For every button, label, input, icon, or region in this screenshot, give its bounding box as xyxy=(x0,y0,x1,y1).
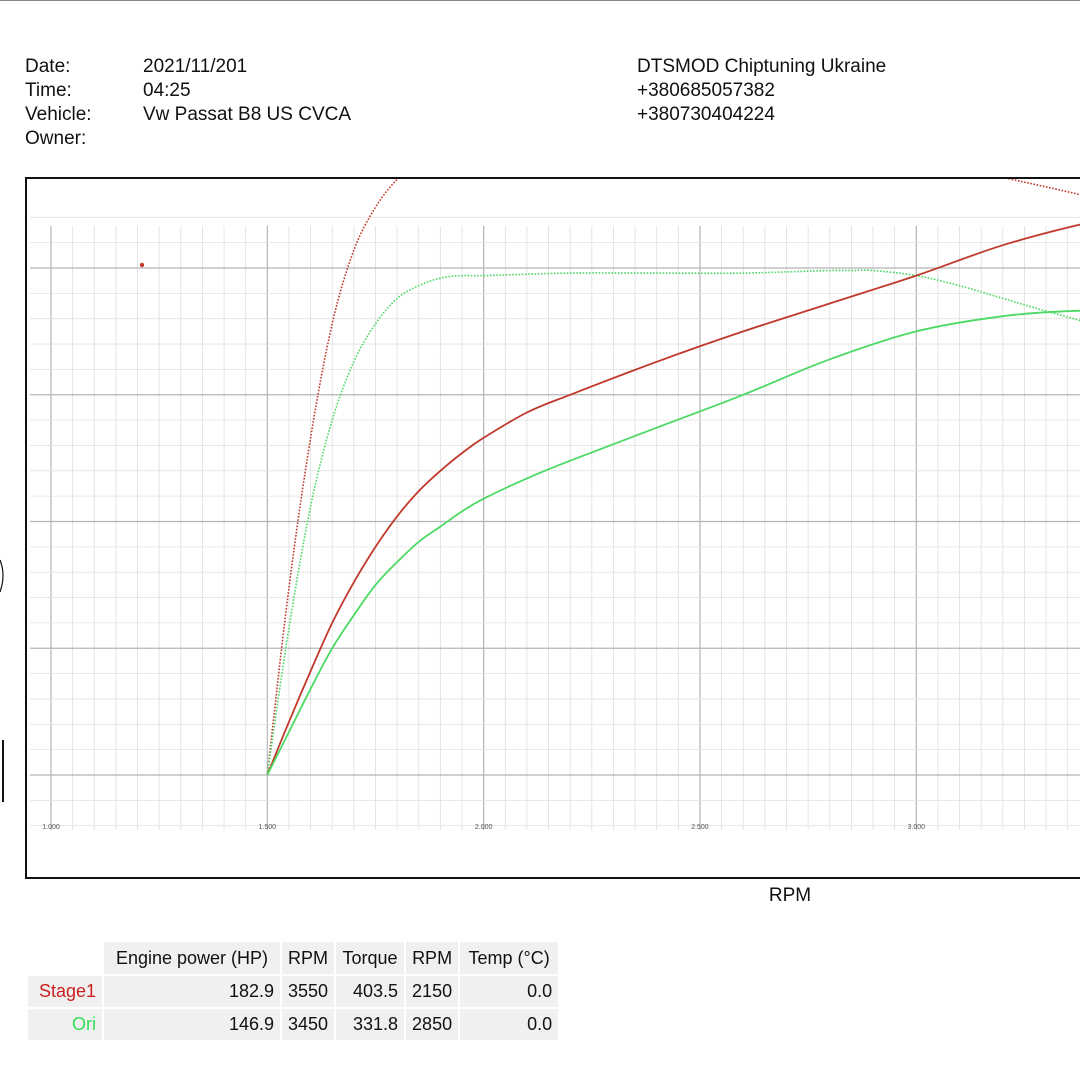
cell-stage1-torque: 403.5 xyxy=(336,976,405,1007)
cell-ori-torque-rpm: 2850 xyxy=(406,1009,459,1040)
cell-ori-temp: 0.0 xyxy=(460,1009,559,1040)
cell-ori-power-rpm: 3450 xyxy=(282,1009,335,1040)
header-engine-power: Engine power (HP) xyxy=(104,942,280,974)
chart-frame xyxy=(25,177,1080,879)
cell-ori-power: 146.9 xyxy=(104,1009,280,1040)
x-tick-label: 2.000 xyxy=(475,824,493,831)
cell-stage1-temp: 0.0 xyxy=(460,976,559,1007)
x-tick-label: 1.000 xyxy=(42,824,60,831)
cell-stage1-power-rpm: 3550 xyxy=(282,976,335,1007)
cell-ori-torque: 331.8 xyxy=(336,1009,405,1040)
results-table: Engine power (HP) RPM Torque RPM Temp (°… xyxy=(26,940,560,1042)
x-tick-label: 1.500 xyxy=(259,824,277,831)
header-torque: Torque xyxy=(336,942,405,974)
cell-stage1-power: 182.9 xyxy=(104,976,280,1007)
x-axis-label: RPM xyxy=(768,885,812,906)
x-tick-label: 3.000 xyxy=(908,824,926,831)
stray-marker-dot xyxy=(139,262,145,268)
cell-stage1-torque-rpm: 2150 xyxy=(406,976,459,1007)
row-name-ori: Ori xyxy=(28,1009,102,1040)
row-name-stage1: Stage1 xyxy=(28,976,102,1007)
x-tick-label: 2.500 xyxy=(691,824,709,831)
header-blank-cell xyxy=(28,942,102,974)
header-rpm-torque: RPM xyxy=(406,942,459,974)
header-rpm-power: RPM xyxy=(282,942,335,974)
results-header-row: Engine power (HP) RPM Torque RPM Temp (°… xyxy=(28,942,559,974)
table-row-stage1: Stage1 182.9 3550 403.5 2150 0.0 xyxy=(28,976,559,1007)
left-edge-arc xyxy=(0,559,4,593)
header-temp: Temp (°C) xyxy=(460,942,559,974)
dyno-chart: 1.000 1.500 2.000 2.500 3.000 xyxy=(0,177,1080,879)
table-row-ori: Ori 146.9 3450 331.8 2850 0.0 xyxy=(28,1009,559,1040)
